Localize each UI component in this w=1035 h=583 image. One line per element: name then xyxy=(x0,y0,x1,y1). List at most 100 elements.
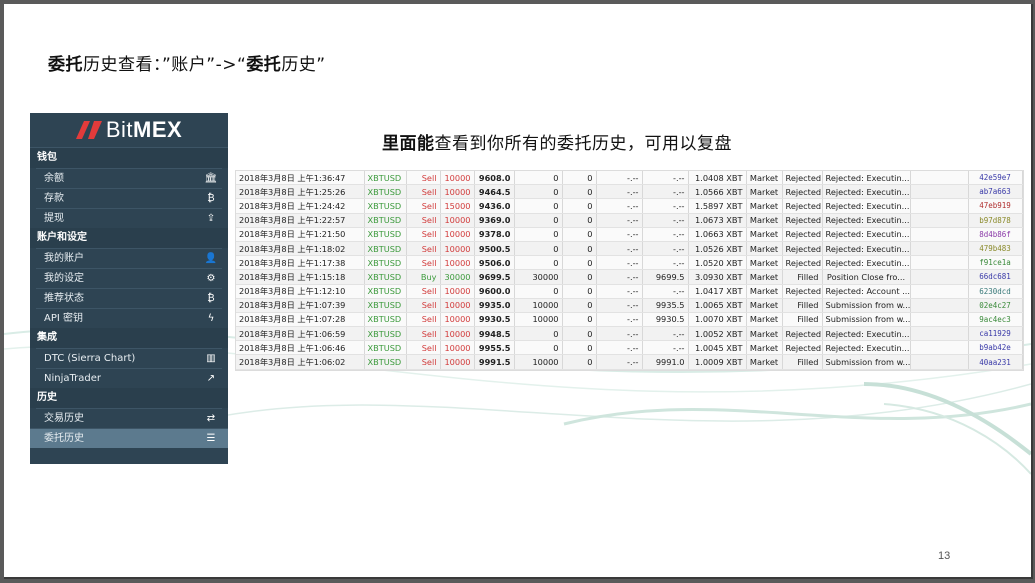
sidebar-item[interactable]: 提现 ⇪ xyxy=(36,208,222,228)
order-time-cell: 2018年3月8日 上午1:15:18 xyxy=(236,269,365,285)
order-symbol-cell: XBTUSD xyxy=(364,340,407,356)
order-stop-price-cell: -.-- xyxy=(596,312,643,328)
sidebar-item[interactable]: 余额 🏛 xyxy=(36,168,222,188)
order-time-cell: 2018年3月8日 上午1:07:28 xyxy=(236,312,365,328)
order-side-cell: Sell xyxy=(406,198,441,214)
order-side-cell: Sell xyxy=(406,340,441,356)
sidebar-item[interactable]: 我的设定 ⚙ xyxy=(36,268,222,288)
order-fill-price-cell: -.-- xyxy=(642,227,689,242)
order-stop-price-cell: -.-- xyxy=(596,255,643,271)
order-qty-cell: 10000 xyxy=(440,227,475,242)
order-price-cell: 9935.0 xyxy=(474,298,515,313)
order-status-cell: Rejected xyxy=(782,198,823,214)
order-type-cell: Market xyxy=(746,198,783,214)
order-qty-cell: 10000 xyxy=(440,354,475,370)
table-row[interactable]: 2018年3月8日 上午1:12:10 XBTUSD Sell 10000 9600.0… xyxy=(236,284,1023,299)
order-value-cell: 1.0052 XBT xyxy=(688,326,747,342)
table-row[interactable]: 2018年3月8日 上午1:07:39 XBTUSD Sell 10000 9935.0… xyxy=(236,298,1023,313)
order-filled-cell: 0 xyxy=(514,171,563,186)
order-side-cell: Buy xyxy=(406,269,441,285)
order-text-cell: Rejected: Executin... xyxy=(822,340,911,356)
order-empty-cell xyxy=(910,255,969,271)
order-text-cell: Submission from w... xyxy=(822,354,911,370)
order-time-cell: 2018年3月8日 上午1:07:39 xyxy=(236,298,365,313)
order-stop-price-cell: -.-- xyxy=(596,198,643,214)
table-row[interactable]: 2018年3月8日 上午1:06:59 XBTUSD Sell 10000 9948.5… xyxy=(236,326,1023,342)
order-qty-cell: 10000 xyxy=(440,255,475,271)
order-filled-cell: 0 xyxy=(514,213,563,228)
order-value-cell: 1.0526 XBT xyxy=(688,241,747,257)
sidebar-item[interactable]: 委托历史 ☰ xyxy=(30,428,235,448)
order-type-cell: Market xyxy=(746,255,783,271)
order-stop-price-cell: -.-- xyxy=(596,227,643,242)
table-row[interactable]: 2018年3月8日 上午1:06:02 XBTUSD Sell 10000 9991.5… xyxy=(236,354,1023,370)
order-stop-price-cell: -.-- xyxy=(596,298,643,313)
order-symbol-cell: XBTUSD xyxy=(364,241,407,257)
order-type-cell: Market xyxy=(746,184,783,200)
order-empty-cell xyxy=(910,171,969,186)
sidebar-item[interactable]: NinjaTrader ↗ xyxy=(36,368,222,388)
order-empty-cell xyxy=(910,284,969,299)
line-chart-icon: ↗ xyxy=(206,373,216,384)
order-id-cell: b97d878 xyxy=(968,213,1023,228)
order-time-cell: 2018年3月8日 上午1:24:42 xyxy=(236,198,365,214)
order-price-cell: 9378.0 xyxy=(474,227,515,242)
order-status-cell: Rejected xyxy=(782,241,823,257)
sidebar-section-heading: 钱包 xyxy=(30,148,228,168)
order-qty-cell: 10000 xyxy=(440,184,475,200)
user-icon: 👤 xyxy=(204,253,218,264)
order-value-cell: 1.0045 XBT xyxy=(688,340,747,356)
sidebar-item[interactable]: 交易历史 ⇄ xyxy=(36,408,222,428)
order-text-cell: Submission from w... xyxy=(822,298,911,313)
order-qty-cell: 10000 xyxy=(440,171,475,186)
order-symbol-cell: XBTUSD xyxy=(364,213,407,228)
sidebar-item-label: API 密钥 xyxy=(44,313,83,324)
order-price-cell: 9930.5 xyxy=(474,312,515,328)
order-id-cell: 47eb919 xyxy=(968,198,1023,214)
order-price-cell: 9436.0 xyxy=(474,198,515,214)
order-id-cell: 40aa231 xyxy=(968,354,1023,370)
order-history-table: 2018年3月8日 上午1:36:47 XBTUSD Sell 10000 9608.0… xyxy=(236,171,1023,370)
table-row[interactable]: 2018年3月8日 上午1:15:18 XBTUSD Buy 30000 9699.5 3… xyxy=(236,269,1023,285)
order-id-cell: ca11929 xyxy=(968,326,1023,342)
sidebar-item[interactable]: DTC (Sierra Chart) ▥ xyxy=(36,348,222,368)
sidebar-section-heading: 历史 xyxy=(30,388,228,408)
exchange-icon: ⇄ xyxy=(206,413,216,424)
order-stop-price-cell: -.-- xyxy=(596,171,643,186)
bitmex-logo[interactable]: BitMEX xyxy=(30,113,228,148)
order-id-cell: 479b483 xyxy=(968,241,1023,257)
order-qty-cell: 10000 xyxy=(440,284,475,299)
order-id-cell: 9ac4ec3 xyxy=(968,312,1023,328)
table-row[interactable]: 2018年3月8日 上午1:36:47 XBTUSD Sell 10000 9608.0… xyxy=(236,171,1023,186)
order-symbol-cell: XBTUSD xyxy=(364,326,407,342)
order-qty-cell: 10000 xyxy=(440,213,475,228)
table-row[interactable]: 2018年3月8日 上午1:18:02 XBTUSD Sell 10000 9500.5… xyxy=(236,241,1023,257)
order-qty-cell: 10000 xyxy=(440,298,475,313)
order-display-qty-cell: 0 xyxy=(562,198,597,214)
table-row[interactable]: 2018年3月8日 上午1:25:26 XBTUSD Sell 10000 9464.5… xyxy=(236,184,1023,200)
table-row[interactable]: 2018年3月8日 上午1:22:57 XBTUSD Sell 10000 9369.0… xyxy=(236,213,1023,228)
sidebar-item[interactable]: API 密钥 ϟ xyxy=(36,308,222,328)
table-row[interactable]: 2018年3月8日 上午1:07:28 XBTUSD Sell 10000 9930.5… xyxy=(236,312,1023,328)
order-type-cell: Market xyxy=(746,227,783,242)
sidebar-item[interactable]: 我的账户 👤 xyxy=(36,248,222,268)
sidebar-item[interactable]: 存款 ₿ xyxy=(36,188,222,208)
table-row[interactable]: 2018年3月8日 上午1:24:42 XBTUSD Sell 15000 9436.0… xyxy=(236,198,1023,214)
order-side-cell: Sell xyxy=(406,354,441,370)
bar-chart-icon: ▥ xyxy=(206,353,216,364)
table-row[interactable]: 2018年3月8日 上午1:21:50 XBTUSD Sell 10000 9378.0… xyxy=(236,227,1023,242)
order-time-cell: 2018年3月8日 上午1:22:57 xyxy=(236,213,365,228)
table-row[interactable]: 2018年3月8日 上午1:06:46 XBTUSD Sell 10000 9955.5… xyxy=(236,340,1023,356)
order-qty-cell: 10000 xyxy=(440,326,475,342)
sidebar-item-label: DTC (Sierra Chart) xyxy=(44,353,136,364)
order-time-cell: 2018年3月8日 上午1:06:46 xyxy=(236,340,365,356)
order-filled-cell: 0 xyxy=(514,241,563,257)
bitmex-logo-text: BitMEX xyxy=(105,117,183,142)
order-empty-cell xyxy=(910,184,969,200)
sidebar-item[interactable]: 推荐状态 ₿ xyxy=(36,288,222,308)
order-stop-price-cell: -.-- xyxy=(596,184,643,200)
order-status-cell: Rejected xyxy=(782,184,823,200)
order-price-cell: 9991.5 xyxy=(474,354,515,370)
table-row[interactable]: 2018年3月8日 上午1:17:38 XBTUSD Sell 10000 9506.0… xyxy=(236,255,1023,271)
order-display-qty-cell: 0 xyxy=(562,354,597,370)
